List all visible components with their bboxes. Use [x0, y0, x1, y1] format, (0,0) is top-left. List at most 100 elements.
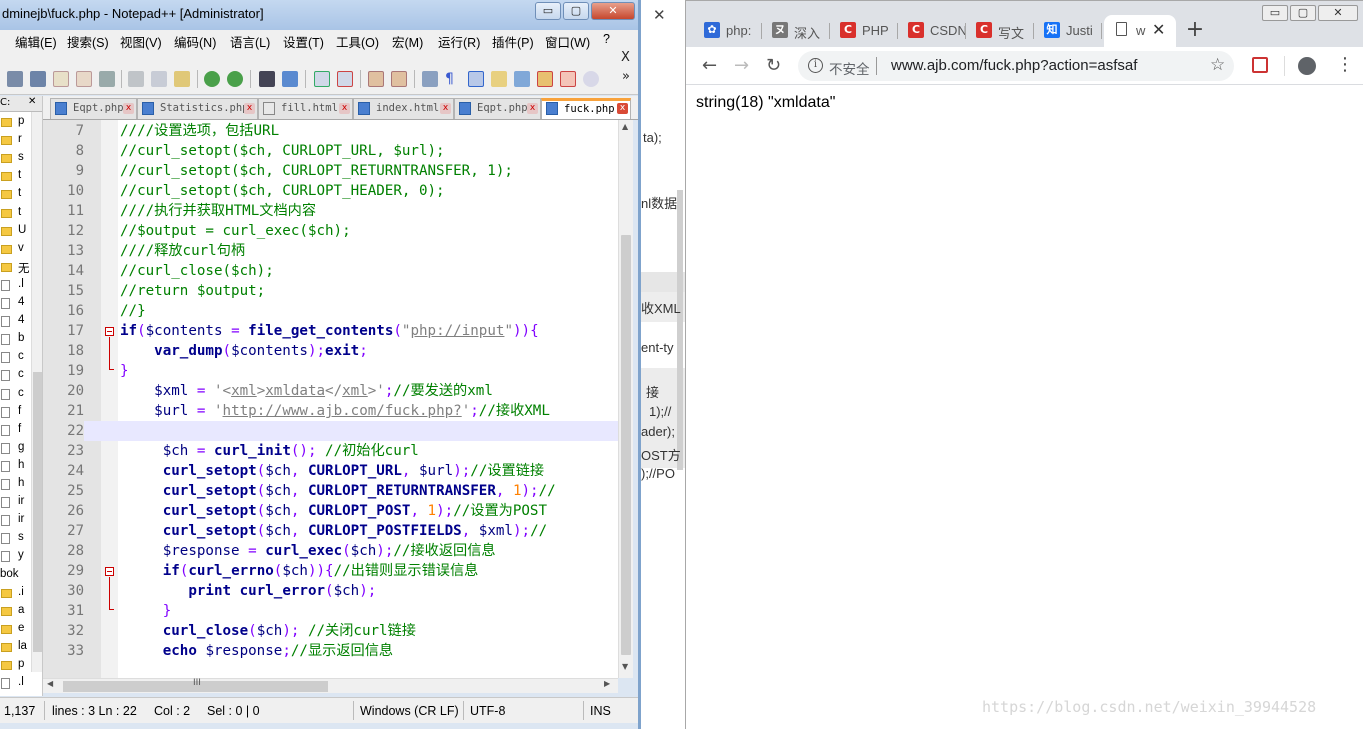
- tab-eqpt[interactable]: Eqpt.php x: [50, 98, 137, 119]
- browser-tab[interactable]: C PHP: [830, 15, 898, 47]
- security-label[interactable]: 不安全: [829, 58, 870, 78]
- menu-window[interactable]: 窗口(W): [545, 32, 590, 51]
- code-line[interactable]: 22: [43, 421, 633, 441]
- menu-edit[interactable]: 编辑(E): [15, 32, 57, 51]
- save-icon[interactable]: [7, 71, 23, 87]
- menu-macro[interactable]: 宏(M): [392, 32, 423, 51]
- menu-settings[interactable]: 设置(T): [283, 32, 324, 51]
- toolbar-overflow-icon[interactable]: »: [622, 69, 630, 84]
- code-line[interactable]: 10 //curl_setopt($ch, CURLOPT_HEADER, 0);: [43, 181, 633, 201]
- code-line[interactable]: 17 if($contents = file_get_contents("php:…: [43, 321, 633, 341]
- code-line[interactable]: 27 curl_setopt($ch, CURLOPT_POSTFIELDS, …: [43, 521, 633, 541]
- browser-tab[interactable]: C CSDN: [898, 15, 966, 47]
- fold-toggle-icon[interactable]: [105, 567, 114, 576]
- minimize-button[interactable]: ▭: [1262, 5, 1288, 21]
- code-line[interactable]: 20 $xml = '<xml>xmldata</xml>';//要发送的xml: [43, 381, 633, 401]
- close-panel-icon[interactable]: ✕: [28, 96, 36, 107]
- code-line[interactable]: 31 }: [43, 601, 633, 621]
- code-line[interactable]: 30 print curl_error($ch);: [43, 581, 633, 601]
- sync-vertical-icon[interactable]: [368, 71, 384, 87]
- background-window-close-icon[interactable]: ✕: [653, 6, 666, 24]
- close-file-icon[interactable]: [53, 71, 69, 87]
- menu-run[interactable]: 运行(R): [438, 32, 480, 51]
- zoom-in-icon[interactable]: [314, 71, 330, 87]
- menu-language[interactable]: 语言(L): [230, 32, 270, 51]
- preview-icon[interactable]: [583, 71, 599, 87]
- save-all-icon[interactable]: [30, 71, 46, 87]
- tab-close-icon[interactable]: x: [339, 103, 350, 114]
- tab-eqpt-2[interactable]: Eqpt.php x: [454, 98, 541, 119]
- fold-toggle-icon[interactable]: [105, 327, 114, 336]
- scroll-down-icon[interactable]: ▼: [622, 662, 628, 671]
- find-icon[interactable]: [259, 71, 275, 87]
- code-line[interactable]: 16 //}: [43, 301, 633, 321]
- code-line[interactable]: 26 curl_setopt($ch, CURLOPT_POST, 1);//设…: [43, 501, 633, 521]
- url-text[interactable]: www.ajb.com/fuck.php?action=asfsaf: [891, 57, 1137, 74]
- doc-map-icon[interactable]: [491, 71, 507, 87]
- menu-help[interactable]: ?: [603, 32, 610, 46]
- code-line[interactable]: 13 ////释放curl句柄: [43, 241, 633, 261]
- monitoring-icon[interactable]: [560, 71, 576, 87]
- sync-horizontal-icon[interactable]: [391, 71, 407, 87]
- code-line[interactable]: 29 if(curl_errno($ch)){//出错则显示错误信息: [43, 561, 633, 581]
- menu-encoding[interactable]: 编码(N): [174, 32, 216, 51]
- code-line[interactable]: 23 $ch = curl_init(); //初始化curl: [43, 441, 633, 461]
- browser-tab[interactable]: ヌ深入: [762, 15, 830, 47]
- code-line[interactable]: 12 //$output = curl_exec($ch);: [43, 221, 633, 241]
- bookmark-star-icon[interactable]: ☆: [1210, 55, 1225, 75]
- profile-avatar-icon[interactable]: [1298, 57, 1316, 75]
- editor-vertical-scrollbar[interactable]: ▲ ▼: [618, 120, 633, 678]
- tab-index[interactable]: index.html x: [353, 98, 454, 119]
- indent-guide-icon[interactable]: [468, 71, 484, 87]
- code-line[interactable]: 33 echo $response;//显示返回信息: [43, 641, 633, 661]
- code-line[interactable]: 25 curl_setopt($ch, CURLOPT_RETURNTRANSF…: [43, 481, 633, 501]
- scroll-up-icon[interactable]: ▲: [622, 122, 628, 131]
- menu-view[interactable]: 视图(V): [120, 32, 162, 51]
- tab-close-icon[interactable]: x: [440, 103, 451, 114]
- extension-icon[interactable]: [1252, 57, 1268, 73]
- tab-active[interactable]: w ✕: [1104, 15, 1176, 47]
- menu-tools[interactable]: 工具(O): [336, 32, 379, 51]
- title-bar[interactable]: dminejb\fuck.php - Notepad++ [Administra…: [0, 0, 638, 30]
- close-button[interactable]: ✕: [1318, 5, 1358, 21]
- scroll-left-icon[interactable]: ◀: [47, 679, 53, 688]
- undo-icon[interactable]: [204, 71, 220, 87]
- replace-icon[interactable]: [282, 71, 298, 87]
- file-browser-scrollbar[interactable]: [31, 112, 42, 672]
- status-encoding[interactable]: UTF-8: [470, 704, 505, 718]
- menu-search[interactable]: 搜索(S): [67, 32, 109, 51]
- tab-fill[interactable]: fill.html x: [258, 98, 353, 119]
- scroll-thumb[interactable]: [621, 235, 631, 655]
- code-editor[interactable]: 7 ////设置选项，包括URL 8 //curl_setopt($ch, CURLO…: [43, 120, 633, 678]
- code-line[interactable]: 28 $response = curl_exec($ch);//接收返回信息: [43, 541, 633, 561]
- tab-close-icon[interactable]: x: [244, 103, 255, 114]
- function-list-icon[interactable]: [514, 71, 530, 87]
- code-line[interactable]: 19}: [43, 361, 633, 381]
- menu-plugins[interactable]: 插件(P): [492, 32, 534, 51]
- minimize-button[interactable]: ▭: [535, 2, 561, 20]
- scroll-right-icon[interactable]: ▶: [604, 679, 610, 688]
- tab-close-icon[interactable]: ✕: [1152, 20, 1165, 40]
- browser-tab[interactable]: C 写文: [966, 15, 1034, 47]
- print-icon[interactable]: [99, 71, 115, 87]
- folder-as-workspace-icon[interactable]: [537, 71, 553, 87]
- code-line[interactable]: 18 var_dump($contents);exit;: [43, 341, 633, 361]
- tab-statistics[interactable]: Statistics.php x: [137, 98, 258, 119]
- new-tab-button[interactable]: +: [1182, 18, 1208, 44]
- tab-close-icon[interactable]: x: [527, 103, 538, 114]
- reload-button[interactable]: ↻: [766, 56, 781, 76]
- code-line[interactable]: 9 //curl_setopt($ch, CURLOPT_RETURNTRANSF…: [43, 161, 633, 181]
- forward-button[interactable]: →: [734, 56, 749, 76]
- close-all-icon[interactable]: [76, 71, 92, 87]
- code-line[interactable]: 14 //curl_close($ch);: [43, 261, 633, 281]
- close-button[interactable]: ✕: [591, 2, 635, 20]
- copy-icon[interactable]: [151, 71, 167, 87]
- maximize-button[interactable]: ▢: [1290, 5, 1316, 21]
- back-button[interactable]: ←: [702, 56, 717, 76]
- code-line[interactable]: 15 //return $output;: [43, 281, 633, 301]
- zoom-out-icon[interactable]: [337, 71, 353, 87]
- browser-tab[interactable]: 知 Justi: [1034, 15, 1102, 47]
- maximize-button[interactable]: ▢: [563, 2, 589, 20]
- code-line[interactable]: 8 //curl_setopt($ch, CURLOPT_URL, $url);: [43, 141, 633, 161]
- code-line[interactable]: 11 ////执行并获取HTML文档内容: [43, 201, 633, 221]
